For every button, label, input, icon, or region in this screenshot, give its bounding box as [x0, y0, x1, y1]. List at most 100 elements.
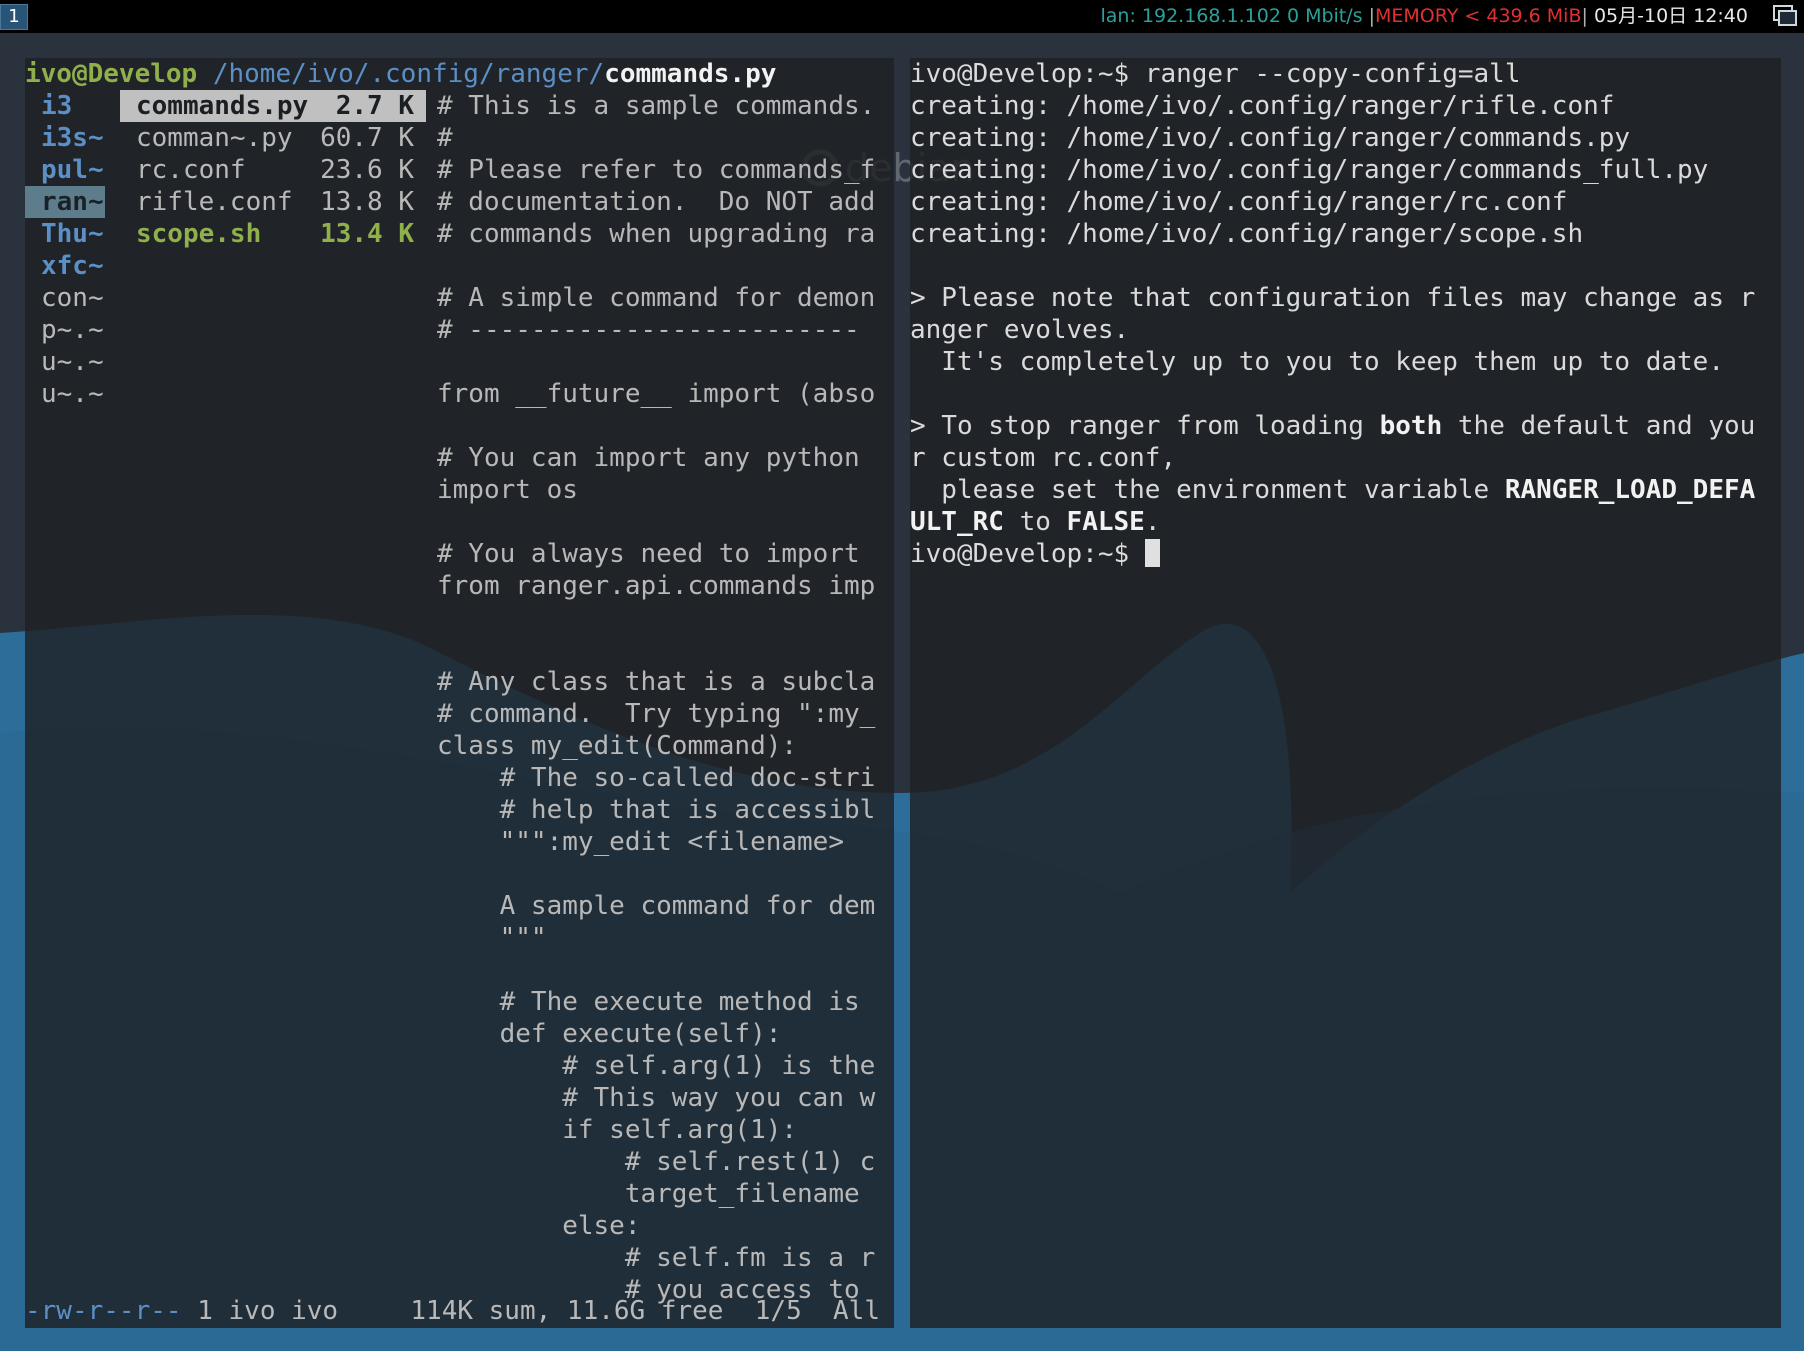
preview-line — [437, 634, 882, 666]
output-line: > To stop ranger from loading both the d… — [910, 410, 1755, 442]
parent-directory-column: i3 i3s~ pul~ ran~ Thu~ xfc~ con~ p~.~ u~… — [25, 90, 105, 410]
preview-line: # self.arg(1) is the — [437, 1051, 876, 1081]
preview-line — [437, 858, 882, 890]
preview-line: target_filename — [437, 1179, 860, 1209]
preview-line — [437, 506, 882, 538]
command-line: ivo@Develop:~$ ranger --copy-config=all — [910, 58, 1755, 90]
parent-item[interactable]: Thu~ — [25, 218, 105, 250]
preview-line: # This is a sample commands. — [437, 91, 876, 121]
output-line: r custom rc.conf, — [910, 443, 1177, 473]
preview-line — [437, 410, 882, 442]
note-text: > To stop ranger from loading — [910, 411, 1380, 441]
preview-line: # documentation. Do NOT add — [437, 187, 876, 217]
preview-line: # You can import any python — [437, 443, 860, 473]
preview-line: # command. Try typing ":my_ — [437, 699, 876, 729]
note-bold: both — [1379, 411, 1443, 441]
output-line: creating: /home/ivo/.config/ranger/comma… — [910, 123, 1631, 153]
preview-line — [437, 346, 882, 378]
parent-item[interactable]: u~.~ — [25, 346, 105, 378]
preview-line — [437, 250, 882, 282]
file-name: comman~.py — [136, 123, 293, 153]
shell-prompt: ivo@Develop:~$ — [910, 539, 1145, 569]
output-line: creating: /home/ivo/.config/ranger/comma… — [910, 155, 1709, 185]
file-name: rc.conf — [136, 155, 246, 185]
header-path: /home/ivo/.config/ranger/ — [197, 59, 605, 89]
top-status-bar: 1 lan: 192.168.1.102 0 Mbit/s |MEMORY < … — [0, 0, 1804, 33]
file-item[interactable]: rifle.conf 13.8 K — [120, 186, 426, 218]
parent-item[interactable]: xfc~ — [25, 250, 105, 282]
parent-item[interactable]: i3s~ — [25, 122, 105, 154]
parent-item[interactable]: u~.~ — [25, 378, 105, 410]
disk-summary: 114K sum, 11.6G free 1/5 All — [410, 1296, 880, 1326]
parent-item[interactable]: pul~ — [25, 154, 105, 186]
tray-window-icon[interactable] — [1772, 4, 1798, 28]
file-item[interactable]: rc.conf 23.6 K — [120, 154, 426, 186]
ranger-statusbar: -rw-r--r-- 1 ivo ivo 114K sum, 11.6G free… — [25, 1295, 894, 1327]
env-value: FALSE — [1066, 507, 1145, 537]
shell-output: ivo@Develop:~$ ranger --copy-config=all … — [910, 58, 1755, 570]
network-status: lan: 192.168.1.102 0 Mbit/s — [1100, 5, 1363, 27]
note-text: please set the environment variable — [910, 475, 1505, 505]
status-separator: | — [1362, 5, 1376, 27]
preview-line: # The execute method is — [437, 987, 860, 1017]
preview-line: else: — [437, 1211, 641, 1241]
note-text: . — [1144, 507, 1161, 537]
file-size: 2.7 K — [335, 91, 414, 121]
note-text: the default and you — [1442, 411, 1756, 441]
output-line: please set the environment variable RANG… — [910, 474, 1755, 506]
file-list-column: commands.py 2.7 K comman~.py 60.7 K rc.con… — [120, 90, 426, 250]
file-permissions: -rw-r--r-- — [25, 1296, 182, 1326]
file-item[interactable]: comman~.py 60.7 K — [120, 122, 426, 154]
file-size: 13.4 K — [320, 219, 414, 249]
preview-line: # Please refer to commands_f — [437, 155, 876, 185]
file-preview-column: # This is a sample commands. # # Please re… — [437, 90, 882, 1306]
preview-line: # self.rest(1) c — [437, 1147, 876, 1177]
preview-line: # commands when upgrading ra — [437, 219, 876, 249]
preview-line: class my_edit(Command): — [437, 731, 798, 761]
preview-line: # The so-called doc-stri — [437, 763, 876, 793]
file-name: commands.py — [136, 91, 309, 121]
preview-line: from ranger.api.commands imp — [437, 571, 876, 601]
preview-line: import os — [437, 475, 578, 505]
file-owner: 1 ivo ivo — [181, 1296, 339, 1326]
note-text: to — [1003, 507, 1067, 537]
preview-line: def execute(self): — [437, 1019, 782, 1049]
parent-item[interactable]: p~.~ — [25, 314, 105, 346]
status-line: lan: 192.168.1.102 0 Mbit/s |MEMORY < 43… — [1101, 0, 1755, 33]
prompt-line[interactable]: ivo@Develop:~$ — [910, 538, 1755, 570]
file-item[interactable]: scope.sh 13.4 K — [120, 218, 426, 250]
file-size: 60.7 K — [320, 123, 414, 153]
output-line: It's completely up to you to keep them u… — [910, 347, 1724, 377]
clock: 05月-10日 12:40 — [1587, 5, 1754, 27]
parent-item-selected[interactable]: ran~ — [25, 186, 105, 218]
parent-item[interactable]: con~ — [25, 282, 105, 314]
preview-line — [437, 602, 882, 634]
file-size: 13.8 K — [320, 187, 414, 217]
output-line: ULT_RC to FALSE. — [910, 506, 1755, 538]
preview-line: """:my_edit <filename> — [437, 827, 844, 857]
preview-line: # help that is accessibl — [437, 795, 876, 825]
parent-item[interactable]: i3 — [25, 90, 105, 122]
preview-line: # Any class that is a subcla — [437, 667, 876, 697]
output-line: > Please note that configuration files m… — [910, 283, 1756, 313]
preview-line: A sample command for dem — [437, 891, 876, 921]
preview-line: """ — [437, 923, 547, 953]
shell-terminal[interactable]: ivo@Develop:~$ ranger --copy-config=all … — [910, 58, 1781, 1328]
ranger-terminal[interactable]: ivo@Develop /home/ivo/.config/ranger/com… — [25, 58, 894, 1328]
text-cursor — [1144, 539, 1160, 567]
header-user: ivo@Develop — [25, 59, 198, 89]
preview-line: # ------------------------- — [437, 315, 860, 345]
output-line: creating: /home/ivo/.config/ranger/rc.co… — [910, 187, 1568, 217]
output-line: anger evolves. — [910, 315, 1130, 345]
workspace-button[interactable]: 1 — [0, 4, 28, 30]
header-file: commands.py — [604, 59, 777, 89]
file-item-selected[interactable]: commands.py 2.7 K — [120, 90, 426, 122]
file-name: rifle.conf — [136, 187, 293, 217]
preview-line — [437, 954, 882, 986]
memory-status: MEMORY < 439.6 MiB — [1375, 5, 1582, 27]
preview-line: # — [437, 123, 453, 153]
output-line: creating: /home/ivo/.config/ranger/rifle… — [910, 91, 1615, 121]
preview-line: # This way you can w — [437, 1083, 876, 1113]
